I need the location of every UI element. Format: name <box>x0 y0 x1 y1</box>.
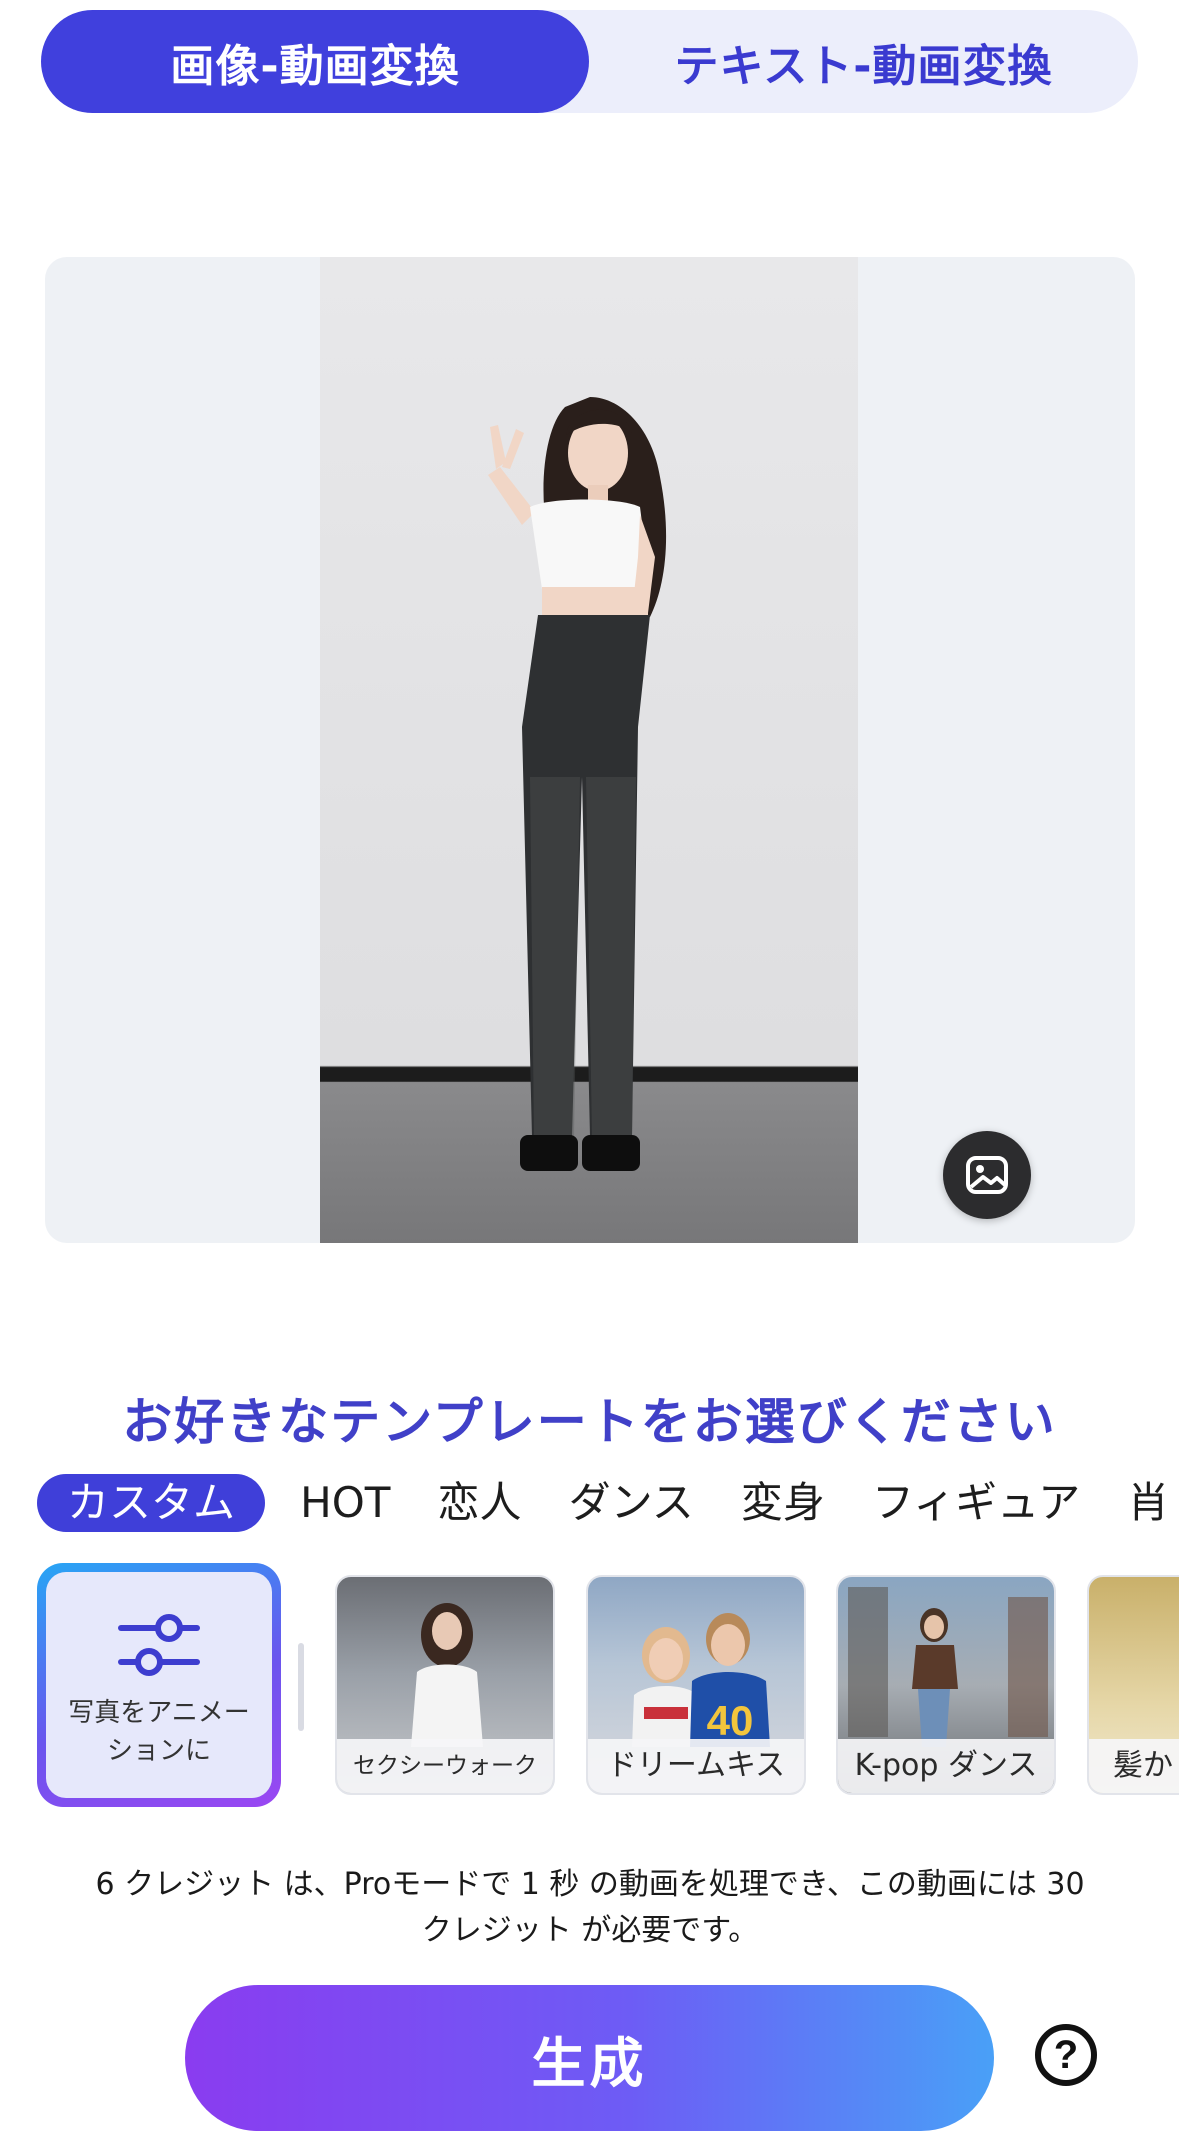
template-section-title: お好きなテンプレートをお選びください <box>122 1393 1057 1451</box>
person-illustration <box>488 397 667 1171</box>
generate-button[interactable]: 生成 <box>185 1985 994 2131</box>
category-tab-lovers[interactable]: 恋人 <box>438 1474 522 1532</box>
image-icon <box>966 1156 1008 1194</box>
template-card-sexy-walk[interactable]: セクシーウォーク <box>335 1575 555 1795</box>
svg-text:40: 40 <box>707 1697 754 1744</box>
template-card-label: 髪か <box>1089 1739 1179 1793</box>
template-thumbnail: 40 <box>632 1613 770 1747</box>
template-thumbnail <box>411 1603 483 1747</box>
category-tab-dance[interactable]: ダンス <box>569 1474 694 1532</box>
custom-template-inner: 写真をアニメーションに <box>46 1572 272 1798</box>
template-card-label: K-pop ダンス <box>838 1739 1054 1793</box>
tab-text-to-video[interactable]: テキスト-動画変換 <box>589 10 1138 113</box>
credit-note: 6 クレジット は、Proモードで 1 秒 の動画を処理でき、この動画には 30… <box>95 1867 1085 1948</box>
tab-image-to-video[interactable]: 画像-動画変換 <box>41 10 589 113</box>
category-tab-hot[interactable]: HOT <box>300 1474 390 1532</box>
category-tab-custom[interactable]: カスタム <box>37 1474 266 1532</box>
custom-template-card[interactable]: 写真をアニメーションに <box>37 1563 281 1807</box>
sliders-icon <box>118 1614 200 1676</box>
template-thumbnail <box>848 1587 1048 1747</box>
template-card-label: セクシーウォーク <box>337 1739 553 1793</box>
category-tab-transform[interactable]: 変身 <box>741 1474 825 1532</box>
help-icon[interactable]: ? <box>1035 2024 1097 2086</box>
template-card-dream-kiss[interactable]: 40 ドリームキス <box>586 1575 806 1795</box>
custom-template-label: 写真をアニメーションに <box>68 1698 250 1766</box>
mode-switch: 画像-動画変換 テキスト-動画変換 <box>41 10 1138 113</box>
template-card-label: ドリームキス <box>588 1739 804 1793</box>
template-list: 写真をアニメーションに セクシーウォーク 40 ドリームキス K-pop ダンス… <box>0 1563 1179 1809</box>
template-card-hair[interactable]: 髪か <box>1087 1575 1179 1795</box>
uploaded-photo <box>320 257 858 1243</box>
category-tab-portrait[interactable]: 肖 <box>1127 1474 1169 1532</box>
category-tab-figure[interactable]: フィギュア <box>872 1474 1080 1532</box>
replace-image-button[interactable] <box>943 1131 1031 1219</box>
category-tabs: カスタム HOT 恋人 ダンス 変身 フィギュア 肖 <box>37 1474 1179 1538</box>
image-preview <box>45 257 1135 1243</box>
scroll-divider <box>298 1643 304 1731</box>
template-card-kpop-dance[interactable]: K-pop ダンス <box>836 1575 1056 1795</box>
